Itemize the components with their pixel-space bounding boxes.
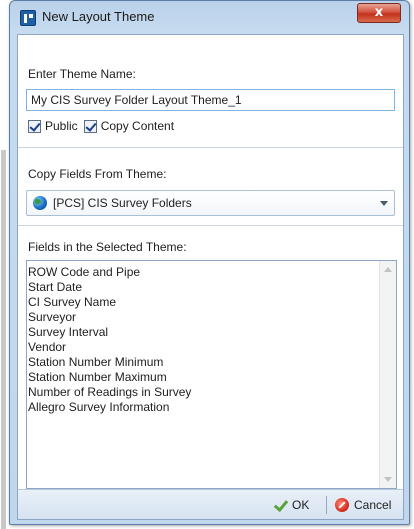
fields-listbox[interactable]: ROW Code and Pipe Start Date CI Survey N… bbox=[26, 260, 397, 489]
list-item[interactable]: Survey Interval bbox=[28, 325, 378, 340]
copy-fields-dropdown[interactable]: [PCS] CIS Survey Folders bbox=[26, 190, 395, 216]
dialog-content: Enter Theme Name: My CIS Survey Folder L… bbox=[17, 34, 404, 520]
close-button[interactable]: x bbox=[357, 3, 401, 23]
copy-fields-selected-value: [PCS] CIS Survey Folders bbox=[53, 196, 192, 210]
cancel-button[interactable]: Cancel bbox=[335, 497, 391, 513]
list-item[interactable]: Station Number Maximum bbox=[28, 370, 378, 385]
copy-content-checkbox-label[interactable]: Copy Content bbox=[101, 119, 174, 133]
background-app-strip bbox=[0, 0, 9, 529]
new-layout-theme-dialog: New Layout Theme x Enter Theme Name: My … bbox=[9, 0, 410, 525]
ok-button[interactable]: OK bbox=[273, 497, 309, 513]
list-item[interactable]: CI Survey Name bbox=[28, 295, 378, 310]
list-item[interactable]: Start Date bbox=[28, 280, 378, 295]
checkmark-icon bbox=[273, 498, 287, 512]
theme-name-label: Enter Theme Name: bbox=[28, 67, 136, 81]
cancel-icon bbox=[335, 498, 349, 512]
dialog-title: New Layout Theme bbox=[42, 9, 155, 24]
listbox-scrollbar[interactable] bbox=[379, 261, 396, 488]
list-item[interactable]: Number of Readings in Survey bbox=[28, 385, 378, 400]
list-item[interactable]: Station Number Minimum bbox=[28, 355, 378, 370]
list-item[interactable]: ROW Code and Pipe bbox=[28, 265, 378, 280]
section-divider bbox=[18, 225, 403, 226]
footer-divider bbox=[326, 496, 327, 514]
section-divider bbox=[18, 147, 403, 148]
theme-name-input[interactable]: My CIS Survey Folder Layout Theme_1 bbox=[26, 89, 395, 111]
copy-fields-label: Copy Fields From Theme: bbox=[28, 167, 167, 181]
fields-label: Fields in the Selected Theme: bbox=[28, 240, 187, 254]
list-item[interactable]: Vendor bbox=[28, 340, 378, 355]
dialog-titlebar[interactable]: New Layout Theme x bbox=[10, 1, 409, 34]
theme-options: Public Copy Content bbox=[28, 118, 180, 134]
list-item[interactable]: Allegro Survey Information bbox=[28, 400, 378, 415]
copy-content-checkbox[interactable] bbox=[83, 119, 97, 133]
dialog-footer: OK Cancel bbox=[18, 489, 403, 519]
public-checkbox-label[interactable]: Public bbox=[45, 119, 78, 133]
ok-button-label: OK bbox=[292, 498, 310, 512]
fields-list: ROW Code and Pipe Start Date CI Survey N… bbox=[28, 265, 378, 415]
cancel-button-label: Cancel bbox=[354, 498, 392, 512]
scroll-up-icon[interactable] bbox=[384, 267, 392, 272]
globe-icon bbox=[33, 196, 47, 210]
chevron-down-icon[interactable] bbox=[380, 201, 388, 206]
background-app-scrollbar bbox=[1, 150, 6, 529]
public-checkbox[interactable] bbox=[28, 119, 41, 133]
app-icon bbox=[20, 10, 36, 26]
scroll-down-icon[interactable] bbox=[384, 477, 392, 482]
list-item[interactable]: Surveyor bbox=[28, 310, 378, 325]
